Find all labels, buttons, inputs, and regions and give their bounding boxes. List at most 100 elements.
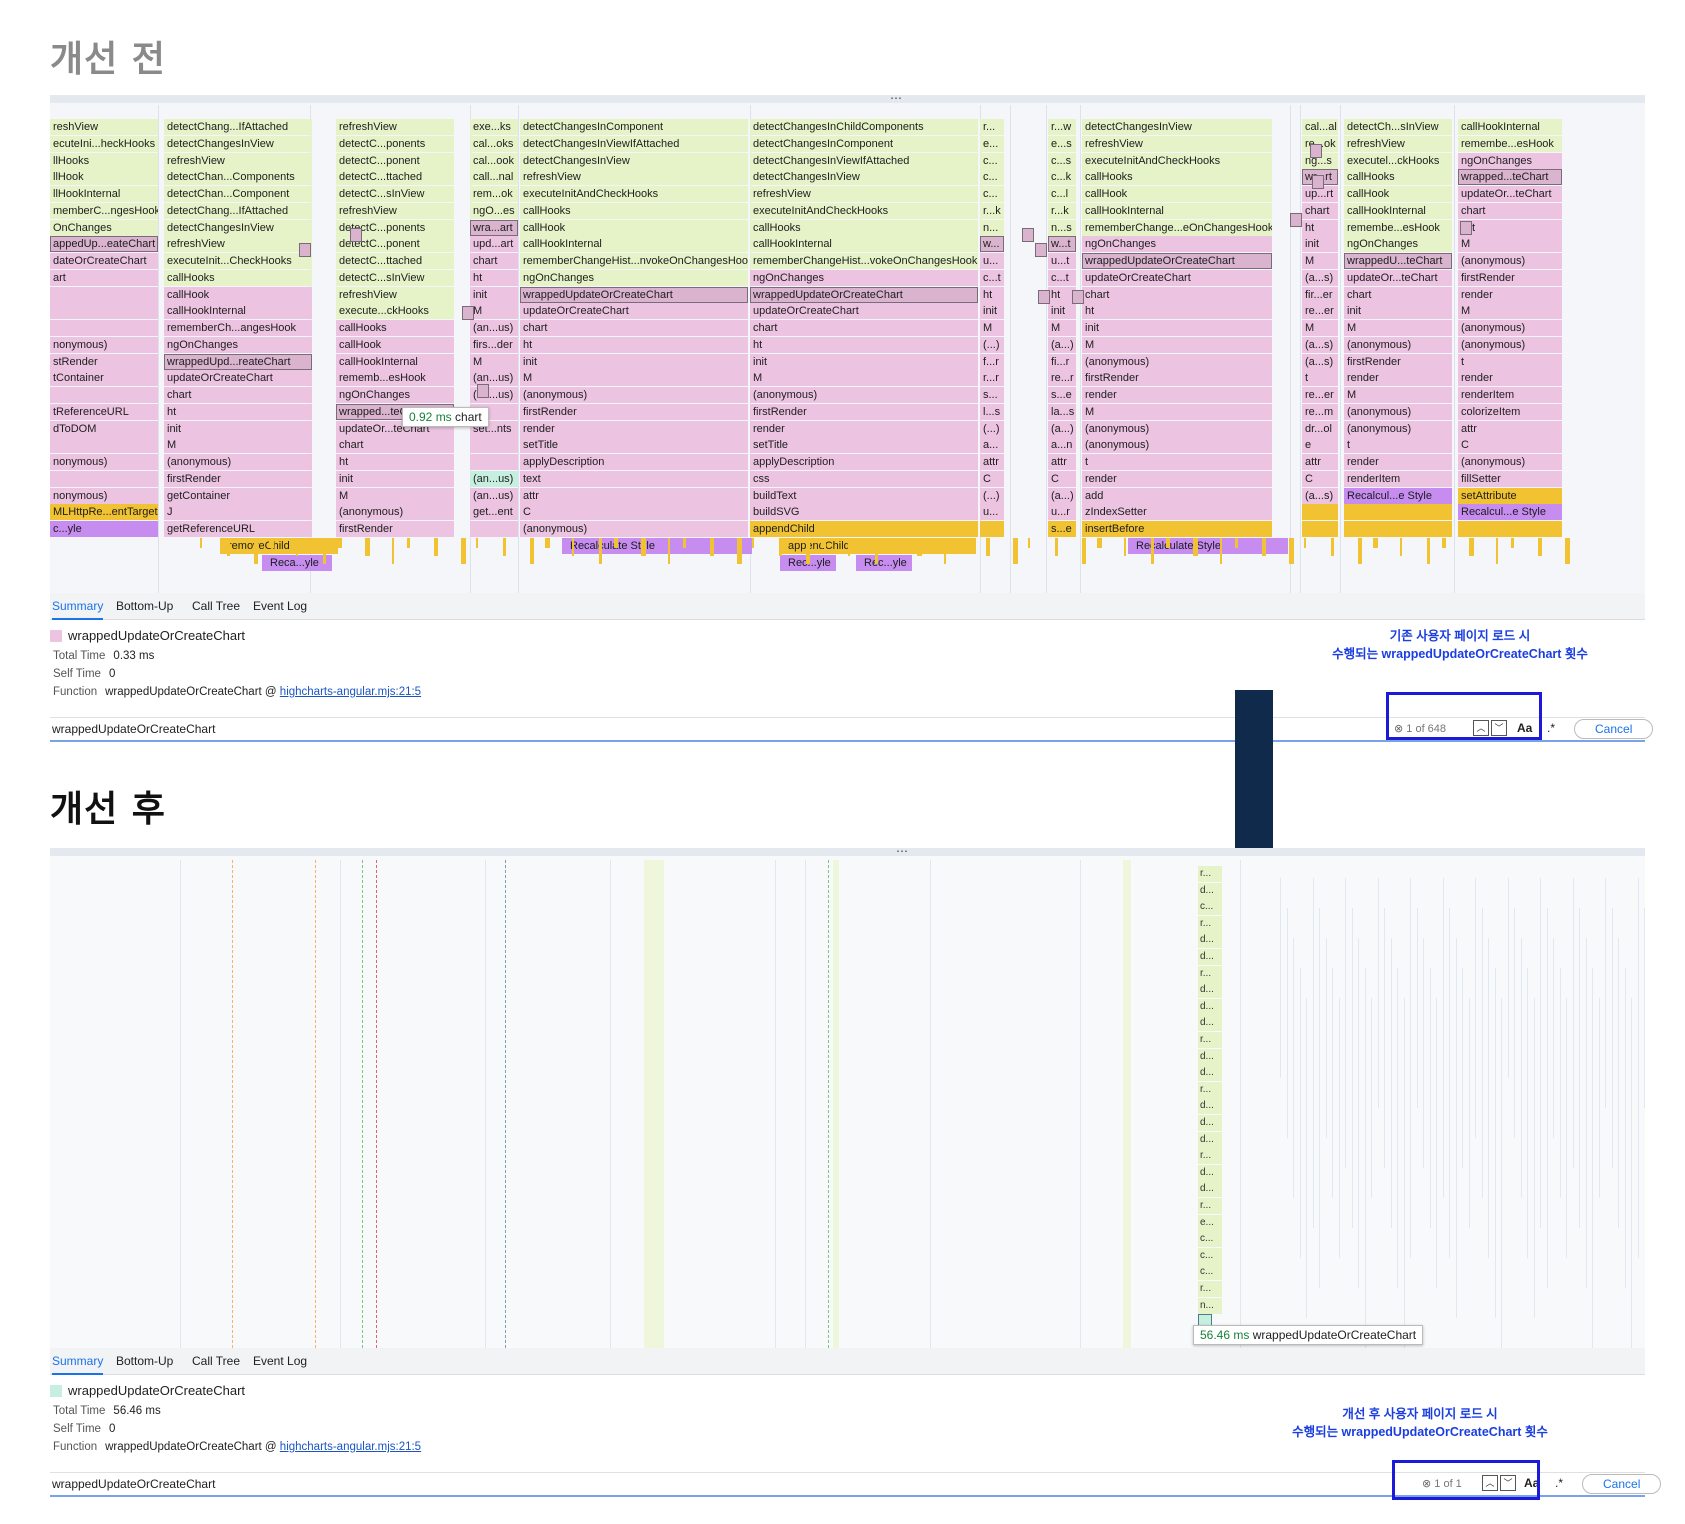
flame-frame[interactable]: [470, 521, 518, 537]
flame-frame[interactable]: (anonymous): [750, 387, 978, 403]
flame-frame[interactable]: [1038, 290, 1050, 304]
more-dots-icon[interactable]: ⋯: [896, 848, 908, 858]
tab-summary[interactable]: Summary: [52, 599, 104, 620]
flame-frame[interactable]: detectChangesInViewIfAttached: [520, 135, 748, 152]
flame-frame[interactable]: dToDOM: [50, 420, 158, 437]
search-input[interactable]: wrappedUpdateOrCreateChart: [52, 722, 215, 736]
flame-frame[interactable]: [1013, 537, 1018, 564]
flame-frame[interactable]: [1035, 243, 1047, 257]
flame-frame[interactable]: e...: [1198, 1214, 1222, 1231]
flame-frame[interactable]: render: [1344, 454, 1452, 470]
flame-frame[interactable]: ht: [1302, 219, 1338, 236]
flame-frame[interactable]: rememberChangeHist...nvokeOnChangesHook: [520, 253, 748, 269]
flame-frame[interactable]: colorizeItem: [1458, 403, 1562, 420]
flame-frame[interactable]: buildSVG: [750, 504, 978, 521]
flame-frame[interactable]: [1312, 175, 1324, 189]
flame-frame[interactable]: c...s: [1048, 152, 1076, 169]
flame-frame[interactable]: d...: [1198, 1131, 1222, 1148]
flame-frame[interactable]: a...n: [1048, 437, 1076, 454]
flame-frame[interactable]: (a...s): [1302, 353, 1338, 370]
flame-frame[interactable]: re...er: [1302, 387, 1338, 403]
flame-frame[interactable]: detectChangesInView: [164, 219, 312, 236]
flame-frame[interactable]: [1310, 144, 1322, 158]
flame-frame[interactable]: s...: [980, 387, 1004, 403]
flame-frame[interactable]: [1220, 537, 1222, 564]
flame-frame[interactable]: [50, 387, 158, 403]
tab-event-log[interactable]: Event Log: [253, 1354, 307, 1368]
flame-frame[interactable]: render: [520, 420, 748, 437]
flame-frame[interactable]: init: [750, 353, 978, 370]
flame-frame[interactable]: M: [1302, 253, 1338, 269]
flame-frame[interactable]: (anonymous): [520, 387, 748, 403]
flame-frame[interactable]: firstRender: [520, 403, 748, 420]
flame-frame[interactable]: Reca...yle: [262, 554, 332, 571]
flame-frame[interactable]: c...: [980, 186, 1004, 202]
flame-frame[interactable]: (anonymous): [1458, 320, 1562, 336]
flame-frame[interactable]: [1344, 504, 1452, 521]
flame-frame[interactable]: (...): [980, 487, 1004, 504]
flame-frame[interactable]: dr...ol: [1302, 420, 1338, 437]
flame-frame[interactable]: getReferenceURL: [164, 521, 312, 537]
flame-frame[interactable]: (anonymous): [164, 454, 312, 470]
flame-frame[interactable]: [572, 537, 574, 556]
flame-frame[interactable]: callHookInternal: [1344, 202, 1452, 219]
flame-frame[interactable]: [1565, 537, 1570, 564]
flame-frame[interactable]: [1262, 537, 1266, 556]
flame-frame[interactable]: [1289, 537, 1294, 564]
flame-frame[interactable]: [269, 537, 274, 548]
flame-frame[interactable]: d...: [1198, 982, 1222, 999]
flame-frame[interactable]: [986, 537, 990, 556]
flame-frame[interactable]: [1193, 537, 1198, 556]
flame-frame[interactable]: (...): [980, 420, 1004, 437]
flame-frame[interactable]: [50, 437, 158, 454]
flame-frame[interactable]: e...s: [1048, 135, 1076, 152]
flame-frame[interactable]: [530, 537, 534, 564]
flame-frame[interactable]: [50, 303, 158, 320]
flame-frame[interactable]: (anonymous): [1082, 420, 1272, 437]
flame-frame[interactable]: ecuteIni...heckHooks: [50, 135, 158, 152]
flame-frame[interactable]: init: [1302, 236, 1338, 253]
flame-frame[interactable]: tReferenceURL: [50, 403, 158, 420]
flame-frame[interactable]: [50, 320, 158, 336]
flame-frame[interactable]: callHooks: [1344, 169, 1452, 186]
flame-frame[interactable]: callHooks: [520, 202, 748, 219]
flame-frame[interactable]: [1331, 537, 1334, 556]
flame-frame[interactable]: insertBefore: [1082, 521, 1272, 537]
flame-frame[interactable]: callHook: [164, 286, 312, 303]
flame-frame[interactable]: attr: [980, 454, 1004, 470]
flame-frame[interactable]: r...: [980, 119, 1004, 135]
flame-frame[interactable]: r...: [1198, 1198, 1222, 1214]
flame-frame[interactable]: M: [1458, 236, 1562, 253]
flame-frame[interactable]: render: [1458, 286, 1562, 303]
flame-frame[interactable]: [323, 537, 326, 564]
flame-frame[interactable]: (a...): [1048, 420, 1076, 437]
flame-frame[interactable]: c...: [1198, 899, 1222, 916]
flame-frame[interactable]: [917, 537, 922, 556]
flame-frame[interactable]: add: [1082, 487, 1272, 504]
flame-chart-after[interactable]: ⋯ r... d... c... r... d... d... r... d... d... d.…: [50, 848, 1645, 1348]
flame-frame[interactable]: llHookInternal: [50, 186, 158, 202]
flame-frame[interactable]: wrappedUpdateOrCreateChart: [750, 286, 978, 303]
flame-frame[interactable]: updateOrCreateChart: [164, 370, 312, 387]
flame-frame[interactable]: [462, 306, 474, 320]
flame-frame[interactable]: [296, 537, 298, 556]
flame-frame[interactable]: [848, 537, 850, 556]
timeline-overview-bar[interactable]: [50, 848, 1645, 856]
flame-frame[interactable]: e...: [980, 135, 1004, 152]
flame-frame[interactable]: fir...er: [1302, 286, 1338, 303]
cancel-button[interactable]: Cancel: [1582, 1474, 1662, 1494]
flame-frame[interactable]: appendChild: [750, 521, 978, 537]
tab-bottom-up[interactable]: Bottom-Up: [116, 599, 173, 613]
flame-frame[interactable]: refreshView: [520, 169, 748, 186]
flame-frame[interactable]: attr: [1302, 454, 1338, 470]
cancel-button[interactable]: Cancel: [1574, 719, 1654, 739]
flame-frame[interactable]: d...: [1198, 949, 1222, 965]
flame-frame[interactable]: [710, 537, 714, 556]
flame-frame[interactable]: [641, 537, 646, 556]
flame-frame[interactable]: callHook: [1344, 186, 1452, 202]
flame-frame[interactable]: r...: [1198, 866, 1222, 882]
flame-frame[interactable]: r...: [1198, 965, 1222, 982]
flame-frame[interactable]: [470, 454, 518, 470]
flame-frame[interactable]: [1302, 521, 1338, 537]
more-dots-icon[interactable]: ⋯: [890, 95, 902, 105]
